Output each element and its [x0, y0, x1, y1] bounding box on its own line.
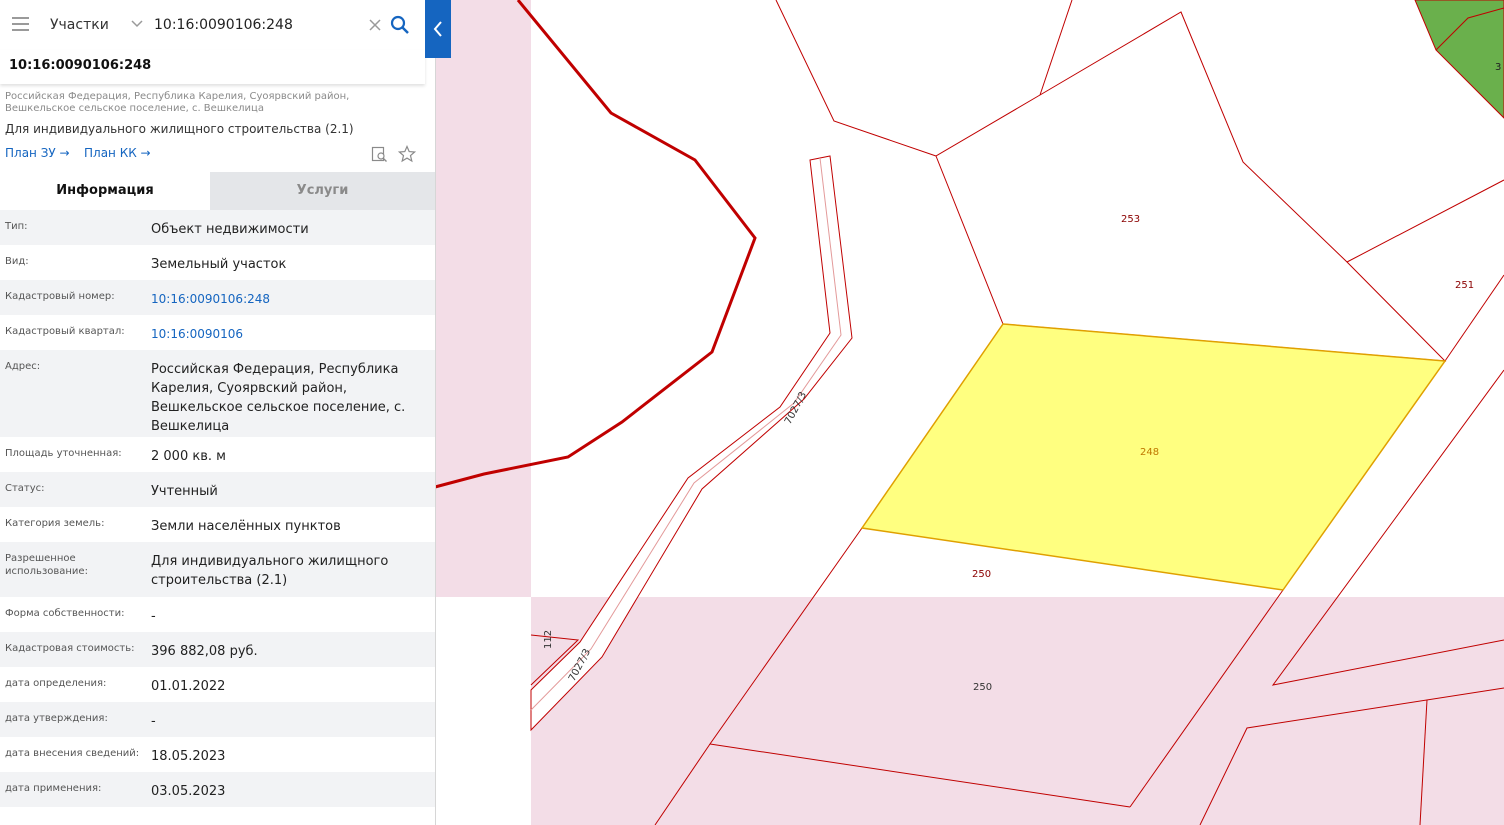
search-input[interactable]: [154, 13, 359, 37]
info-value: 01.01.2022: [151, 679, 226, 694]
info-row-determination-date: дата определения: 01.01.2022: [0, 667, 435, 702]
map-label-forest: 3: [1495, 62, 1501, 73]
info-value: Земельный участок: [151, 257, 287, 272]
info-label: Форма собственности:: [5, 608, 125, 619]
tab-services[interactable]: Услуги: [210, 172, 435, 210]
chevron-down-icon[interactable]: [130, 17, 144, 31]
object-use: Для индивидуального жилищного строительс…: [5, 122, 354, 136]
map-label-253: 253: [1121, 214, 1140, 225]
info-row-entry-date: дата внесения сведений: 18.05.2023: [0, 737, 435, 772]
document-search-icon[interactable]: [371, 146, 388, 163]
info-label: дата определения:: [5, 678, 107, 689]
info-panel: Участки 10:16:0090106:248 Российская Фед…: [0, 0, 436, 825]
layer-select[interactable]: Участки: [50, 17, 109, 33]
map-line-a: [775, 0, 937, 157]
tab-info[interactable]: Информация: [0, 172, 210, 210]
plan-kk-link[interactable]: План КК →: [84, 146, 151, 160]
search-bar: Участки: [0, 0, 425, 51]
info-label: Разрешенное использование:: [5, 553, 88, 577]
info-row-type: Тип: Объект недвижимости: [0, 210, 435, 245]
cadastral-quarter-link[interactable]: 10:16:0090106: [151, 325, 426, 344]
info-row-approval-date: дата утверждения: -: [0, 702, 435, 737]
info-value: -: [151, 609, 156, 624]
info-label: дата утверждения:: [5, 713, 108, 724]
info-value: Земли населённых пунктов: [151, 519, 341, 534]
info-value: Объект недвижимости: [151, 222, 309, 237]
result-title-bar: 10:16:0090106:248: [0, 50, 425, 84]
info-label: дата применения:: [5, 783, 102, 794]
info-row-area: Площадь уточненная: 2 000 кв. м: [0, 437, 435, 472]
map-label-250-bottom: 250: [973, 682, 992, 693]
info-row-ownership: Форма собственности: -: [0, 597, 435, 632]
info-label: Кадастровый квартал:: [5, 326, 125, 337]
info-value: 396 882,08 руб.: [151, 644, 258, 659]
close-icon[interactable]: [367, 17, 383, 33]
chevron-left-icon: [433, 21, 442, 37]
info-label: Площадь уточненная:: [5, 448, 122, 459]
map-parcel-forest: [1414, 0, 1504, 119]
menu-icon[interactable]: [12, 17, 29, 31]
info-label: Категория земель:: [5, 518, 105, 529]
tabs: Информация Услуги: [0, 172, 435, 210]
search-icon[interactable]: [390, 15, 410, 35]
info-row-status: Статус: Учтенный: [0, 472, 435, 507]
info-value: Российская Федерация, Республика Карелия…: [151, 362, 406, 434]
info-value: Учтенный: [151, 484, 218, 499]
info-row-permitted-use: Разрешенное использование: Для индивидуа…: [0, 542, 435, 597]
info-value: 18.05.2023: [151, 749, 226, 764]
info-table: Тип: Объект недвижимости Вид: Земельный …: [0, 210, 435, 807]
cadastral-number-link[interactable]: 10:16:0090106:248: [151, 290, 426, 309]
info-row-cost: Кадастровая стоимость: 396 882,08 руб.: [0, 632, 435, 667]
info-value: 03.05.2023: [151, 784, 226, 799]
info-label: Вид:: [5, 256, 29, 267]
plan-zu-link[interactable]: План ЗУ →: [5, 146, 70, 160]
map-label-248: 248: [1140, 447, 1159, 458]
info-value: 2 000 кв. м: [151, 449, 226, 464]
info-label: Тип:: [5, 221, 28, 232]
info-label: Статус:: [5, 483, 45, 494]
info-label: Кадастровый номер:: [5, 291, 115, 302]
info-value: Для индивидуального жилищного строительс…: [151, 554, 389, 588]
map-label-112: 112: [543, 630, 554, 649]
collapse-panel-button[interactable]: [425, 0, 451, 58]
object-address: Российская Федерация, Республика Карелия…: [5, 91, 350, 114]
map-zone-left: [435, 0, 531, 597]
info-label: дата внесения сведений:: [5, 748, 140, 759]
info-row-kind: Вид: Земельный участок: [0, 245, 435, 280]
map-label-251: 251: [1455, 280, 1474, 291]
star-icon[interactable]: [398, 145, 416, 163]
map-line-d: [1444, 274, 1504, 362]
map-line-c: [1346, 179, 1504, 263]
info-value: -: [151, 714, 156, 729]
info-row-category: Категория земель: Земли населённых пункт…: [0, 507, 435, 542]
info-row-address: Адрес: Российская Федерация, Республика …: [0, 350, 435, 437]
info-label: Кадастровая стоимость:: [5, 643, 135, 654]
info-label: Адрес:: [5, 361, 41, 372]
result-title: 10:16:0090106:248: [9, 58, 152, 73]
info-row-cadnum: Кадастровый номер: 10:16:0090106:248: [0, 280, 435, 315]
map-parcel-253[interactable]: [935, 11, 1447, 362]
info-row-quarter: Кадастровый квартал: 10:16:0090106: [0, 315, 435, 350]
map-label-250-top: 250: [972, 569, 991, 580]
info-row-apply-date: дата применения: 03.05.2023: [0, 772, 435, 807]
